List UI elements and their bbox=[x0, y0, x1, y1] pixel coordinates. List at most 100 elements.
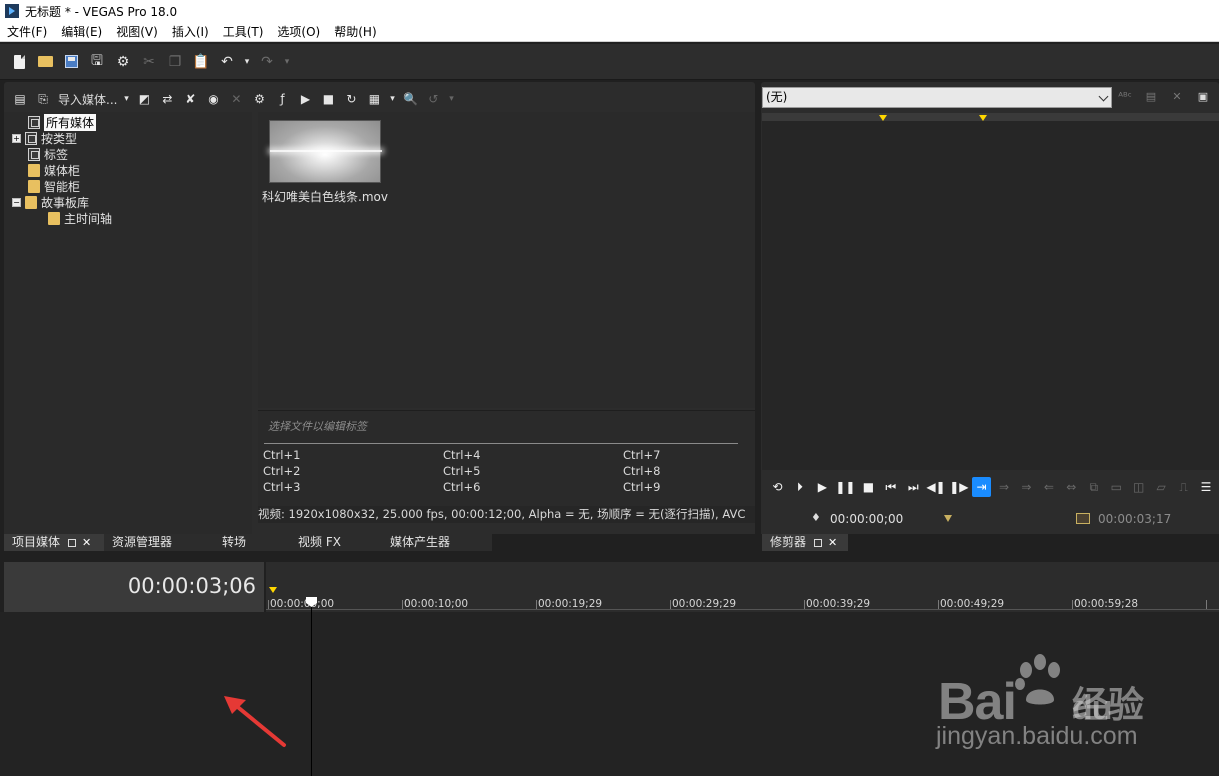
snapshot-icon[interactable]: ◫ bbox=[1129, 477, 1148, 497]
auto-preview-icon[interactable]: ↻ bbox=[341, 89, 361, 109]
fill-icon[interactable]: ⇔ bbox=[1062, 477, 1081, 497]
tab-trimmer[interactable]: 修剪器 ✕ bbox=[762, 534, 848, 551]
import-media-button[interactable]: 导入媒体... bbox=[58, 91, 117, 108]
overwrite-mode-icon[interactable]: ⇥ bbox=[972, 477, 991, 497]
tab-explorer[interactable]: 资源管理器 bbox=[104, 534, 214, 551]
trimmer-transport: ⟲ ⏵ ▶ ❚❚ ■ ⏮ ⏭ ◀❚ ❚▶ ⇥ ⇒ ⇒ ⇐ ⇔ ⧉ ▭ ◫ ▱ ⎍… bbox=[762, 472, 1219, 502]
render-as-icon[interactable]: 🖫 bbox=[86, 51, 108, 73]
paste-icon[interactable]: 📋 bbox=[190, 51, 212, 73]
go-to-start-icon[interactable]: ⏮ bbox=[881, 477, 900, 497]
tree-item-media-bins[interactable]: 媒体柜 bbox=[28, 162, 80, 178]
edit-tag-icon[interactable]: ᴬᴮᶜ bbox=[1117, 90, 1133, 106]
baidu-jingyan-watermark: Bai du 经验 jingyan.baidu.com bbox=[932, 642, 1212, 762]
capture-video-icon[interactable]: ◩ bbox=[134, 89, 154, 109]
play-from-start-icon[interactable]: ⏵ bbox=[790, 477, 809, 497]
tab-media-generators[interactable]: 媒体产生器 bbox=[382, 534, 492, 551]
views-dropdown-icon[interactable]: ▾ bbox=[387, 89, 397, 109]
tree-item-by-type[interactable]: + 按类型 bbox=[12, 130, 77, 146]
new-project-icon[interactable] bbox=[8, 51, 30, 73]
stop-preview-icon[interactable]: ■ bbox=[318, 89, 338, 109]
trimmer-menu-icon[interactable]: ☰ bbox=[1197, 477, 1216, 497]
import-media-icon[interactable]: ⎘ bbox=[33, 89, 53, 109]
more-dropdown-icon[interactable]: ▾ bbox=[446, 89, 456, 109]
trimmer-media-dropdown[interactable]: (无) bbox=[762, 87, 1112, 108]
menu-options[interactable]: 选项(O) bbox=[270, 22, 327, 42]
tree-item-smart-bins[interactable]: 智能柜 bbox=[28, 178, 80, 194]
media-file-name[interactable]: 科幻唯美白色线条.mov bbox=[262, 188, 402, 205]
menu-edit[interactable]: 编辑(E) bbox=[54, 22, 109, 42]
tag-divider bbox=[264, 443, 738, 444]
loop-icon[interactable]: ⟲ bbox=[768, 477, 787, 497]
marker-comment-icon[interactable]: ▱ bbox=[1152, 477, 1171, 497]
hotkey-label: Ctrl+4 bbox=[443, 448, 481, 462]
previous-frame-icon[interactable]: ◀❚ bbox=[926, 477, 945, 497]
undock-icon[interactable] bbox=[814, 538, 823, 547]
menu-file[interactable]: 文件(F) bbox=[0, 22, 54, 42]
create-subclip-icon[interactable]: ⧉ bbox=[1084, 477, 1103, 497]
media-thumbnail[interactable] bbox=[269, 120, 382, 183]
trimmer-preview[interactable] bbox=[762, 121, 1219, 470]
hotkey-label: Ctrl+6 bbox=[443, 480, 481, 494]
tab-video-fx[interactable]: 视频 FX bbox=[290, 534, 382, 551]
undo-dropdown-icon[interactable]: ▾ bbox=[242, 51, 252, 73]
media-properties-gear-icon[interactable]: ⚙ bbox=[249, 89, 269, 109]
loop-region-marker-icon[interactable] bbox=[269, 587, 277, 593]
menu-view[interactable]: 视图(V) bbox=[109, 22, 165, 42]
copy-icon[interactable]: ❐ bbox=[164, 51, 186, 73]
collapse-icon[interactable]: − bbox=[12, 197, 21, 207]
menu-insert[interactable]: 插入(I) bbox=[165, 22, 216, 42]
go-to-end-icon[interactable]: ⏭ bbox=[904, 477, 923, 497]
remove-unused-icon[interactable]: ✘ bbox=[180, 89, 200, 109]
delete-icon[interactable]: ✕ bbox=[226, 89, 246, 109]
expand-icon[interactable]: + bbox=[12, 133, 21, 143]
trimmer-properties-icon[interactable]: ▣ bbox=[1195, 90, 1211, 106]
hotkey-label: Ctrl+7 bbox=[623, 448, 661, 462]
refresh-icon[interactable]: ↺ bbox=[423, 89, 443, 109]
selection-marker-icon[interactable] bbox=[944, 515, 952, 522]
tree-item-tags[interactable]: 标签 bbox=[28, 146, 68, 162]
open-folder-icon[interactable] bbox=[34, 51, 56, 73]
tab-project-media[interactable]: 项目媒体 ✕ bbox=[4, 534, 104, 551]
close-icon[interactable]: ✕ bbox=[828, 534, 837, 551]
close-icon[interactable]: ✕ bbox=[82, 534, 91, 551]
redo-dropdown-icon[interactable]: ▾ bbox=[282, 51, 292, 73]
save-icon[interactable] bbox=[60, 51, 82, 73]
stop-icon[interactable]: ■ bbox=[859, 477, 878, 497]
menu-tools[interactable]: 工具(T) bbox=[216, 22, 271, 42]
cut-icon[interactable]: ✂ bbox=[138, 51, 160, 73]
add-after-icon[interactable]: ⇒ bbox=[1017, 477, 1036, 497]
properties-gear-icon[interactable]: ⚙ bbox=[112, 51, 134, 73]
view-mode-icon[interactable]: ▤ bbox=[10, 89, 30, 109]
add-up-to-icon[interactable]: ⇐ bbox=[1039, 477, 1058, 497]
title-bar: 无标题 * - VEGAS Pro 18.0 bbox=[0, 0, 1219, 22]
timeline-timecode[interactable]: 00:00:03;06 bbox=[4, 574, 256, 598]
tree-item-storyboard-bins[interactable]: − 故事板库 bbox=[12, 194, 89, 210]
tree-item-all-media[interactable]: 所有媒体 bbox=[28, 113, 97, 131]
web-globe-icon[interactable]: ◉ bbox=[203, 89, 223, 109]
trimmer-ruler[interactable] bbox=[762, 113, 1219, 121]
region-icon[interactable]: ⎍ bbox=[1174, 477, 1193, 497]
redo-icon[interactable]: ↷ bbox=[256, 51, 278, 73]
get-media-web-icon[interactable]: ⇄ bbox=[157, 89, 177, 109]
import-dropdown-icon[interactable]: ▾ bbox=[121, 89, 131, 109]
media-fx-icon[interactable]: ƒ bbox=[272, 89, 292, 109]
tree-item-main-timeline[interactable]: 主时间轴 bbox=[48, 210, 112, 226]
play-preview-icon[interactable]: ▶ bbox=[295, 89, 315, 109]
undo-icon[interactable]: ↶ bbox=[216, 51, 238, 73]
views-icon[interactable]: ▦ bbox=[364, 89, 384, 109]
pause-icon[interactable]: ❚❚ bbox=[835, 477, 855, 497]
trimmer-bin-icon[interactable]: ▤ bbox=[1143, 90, 1159, 106]
play-icon[interactable]: ▶ bbox=[813, 477, 832, 497]
next-frame-icon[interactable]: ❚▶ bbox=[949, 477, 968, 497]
pin-marker-icon[interactable]: ♦ bbox=[811, 511, 821, 524]
search-icon[interactable]: 🔍 bbox=[400, 89, 420, 109]
menu-help[interactable]: 帮助(H) bbox=[327, 22, 383, 42]
tab-transitions[interactable]: 转场 bbox=[214, 534, 290, 551]
tag-editor-placeholder[interactable]: 选择文件以编辑标签 bbox=[268, 418, 367, 434]
undock-icon[interactable] bbox=[68, 538, 77, 547]
add-to-timeline-icon[interactable]: ⇒ bbox=[995, 477, 1014, 497]
create-subclip-alt-icon[interactable]: ▭ bbox=[1107, 477, 1126, 497]
trimmer-clear-icon[interactable]: ✕ bbox=[1169, 90, 1185, 106]
watermark-jingyan: 经验 bbox=[1072, 685, 1145, 726]
playhead-line[interactable] bbox=[311, 604, 312, 776]
